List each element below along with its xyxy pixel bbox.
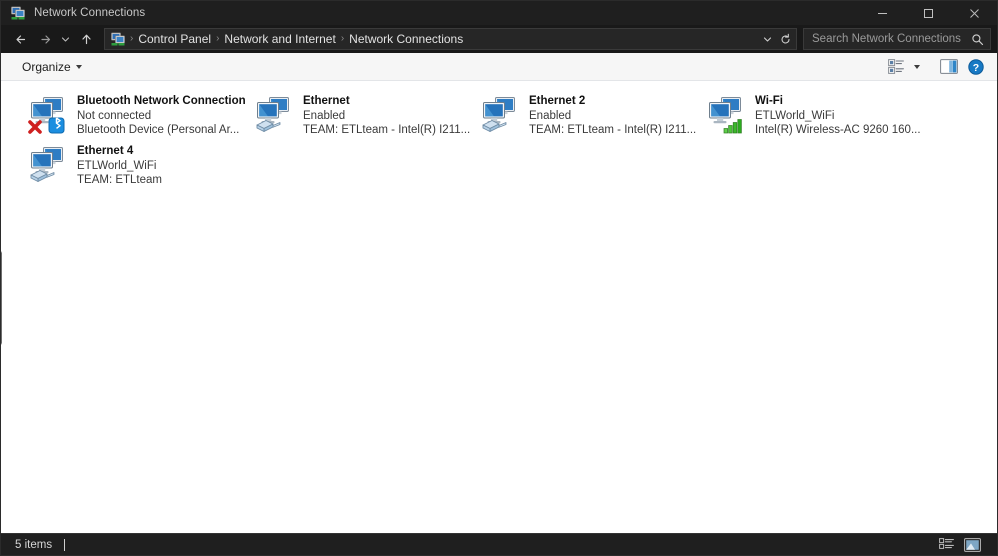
status-divider [64,538,66,551]
list-item[interactable]: Ethernet Enabled TEAM: ETLteam - Intel(R… [253,90,479,140]
address-bar: › Control Panel › Network and Internet ›… [1,25,997,53]
minimize-button[interactable] [859,1,905,25]
change-view-button[interactable] [883,56,909,78]
connection-status: Enabled [529,110,572,122]
close-button[interactable] [951,1,997,25]
breadcrumb-item-control-panel[interactable]: Control Panel [134,31,215,47]
refresh-icon[interactable] [776,29,794,49]
details-view-button[interactable] [935,536,957,554]
connections-tiles: Bluetooth Network Connection Not connect… [1,81,997,190]
recent-locations-button[interactable] [57,28,74,50]
svg-text:?: ? [973,61,979,73]
connection-name: Ethernet [303,95,350,107]
connection-status: ETLWorld_WiFi [77,160,157,172]
connection-device: TEAM: ETLteam [77,174,162,186]
item-count-label: 5 items [15,538,53,551]
chevron-down-icon [75,64,82,69]
connection-status: Enabled [303,110,346,122]
list-item-text: Wi-Fi ETLWorld_WiFi Intel(R) Wireless-AC… [755,92,921,137]
breadcrumb[interactable]: › Control Panel › Network and Internet ›… [104,28,797,50]
ethernet-plug-badge [482,120,507,132]
connection-name: Bluetooth Network Connection [77,95,246,107]
maximize-button[interactable] [905,1,951,25]
preview-pane-button[interactable] [935,56,963,78]
list-item[interactable]: Ethernet 4 ETLWorld_WiFi TEAM: ETLteam [27,140,253,190]
search-box[interactable] [803,28,991,50]
connection-device: TEAM: ETLteam - Intel(R) I211... [303,124,471,136]
window-controls [859,1,997,25]
ethernet-plug-badge [30,170,55,182]
title-bar: Network Connections [1,1,997,25]
large-icons-view-button[interactable] [961,536,983,554]
forward-button[interactable] [33,28,57,50]
connection-device: Intel(R) Wireless-AC 9260 160... [755,124,921,136]
connection-name: Wi-Fi [755,95,783,107]
connection-status: Not connected [77,110,152,122]
chevron-down-icon [914,64,920,69]
list-item[interactable]: Ethernet 2 Enabled TEAM: ETLteam - Intel… [479,90,705,140]
command-toolbar: Organize ? [1,53,997,81]
connection-device: Bluetooth Device (Personal Ar... [77,124,240,136]
up-button[interactable] [74,28,98,50]
connection-name: Ethernet 4 [77,145,134,157]
network-adapter-icon [27,92,69,134]
wifi-signal-badge [723,119,742,134]
window-title: Network Connections [34,7,146,19]
control-panel-icon [110,31,126,47]
breadcrumb-item-network-and-internet[interactable]: Network and Internet [220,31,339,47]
change-view-dropdown[interactable] [909,56,925,78]
breadcrumb-item-network-connections[interactable]: Network Connections [345,31,467,47]
list-item-text: Ethernet Enabled TEAM: ETLteam - Intel(R… [303,92,470,137]
list-item[interactable]: Bluetooth Network Connection Not connect… [27,90,253,140]
connection-name: Ethernet 2 [529,95,586,107]
list-item-text: Bluetooth Network Connection Not connect… [77,92,246,137]
connection-status: ETLWorld_WiFi [755,110,835,122]
search-input[interactable] [812,33,971,45]
connection-device: TEAM: ETLteam - Intel(R) I211... [529,124,697,136]
list-item-text: Ethernet 4 ETLWorld_WiFi TEAM: ETLteam [77,142,162,187]
chevron-down-icon[interactable] [758,29,776,49]
organize-button[interactable]: Organize [15,57,89,77]
list-item[interactable]: Wi-Fi ETLWorld_WiFi Intel(R) Wireless-AC… [705,90,931,140]
list-item-text: Ethernet 2 Enabled TEAM: ETLteam - Intel… [529,92,696,137]
organize-label: Organize [22,59,71,74]
network-connections-icon [10,5,26,21]
left-edge-rail [1,81,2,533]
connections-list-area[interactable]: Bluetooth Network Connection Not connect… [1,81,997,533]
network-adapter-icon [479,92,521,134]
network-adapter-icon [705,92,747,134]
ethernet-plug-badge [256,120,281,132]
view-mode-buttons [935,536,991,554]
help-button[interactable]: ? [963,56,989,78]
network-adapter-icon [27,142,69,184]
back-button[interactable] [9,28,33,50]
network-connections-window: Network Connections › Control Panel › Ne… [0,0,998,556]
network-adapter-icon [253,92,295,134]
status-bar: 5 items [1,533,997,555]
search-icon[interactable] [971,33,984,46]
